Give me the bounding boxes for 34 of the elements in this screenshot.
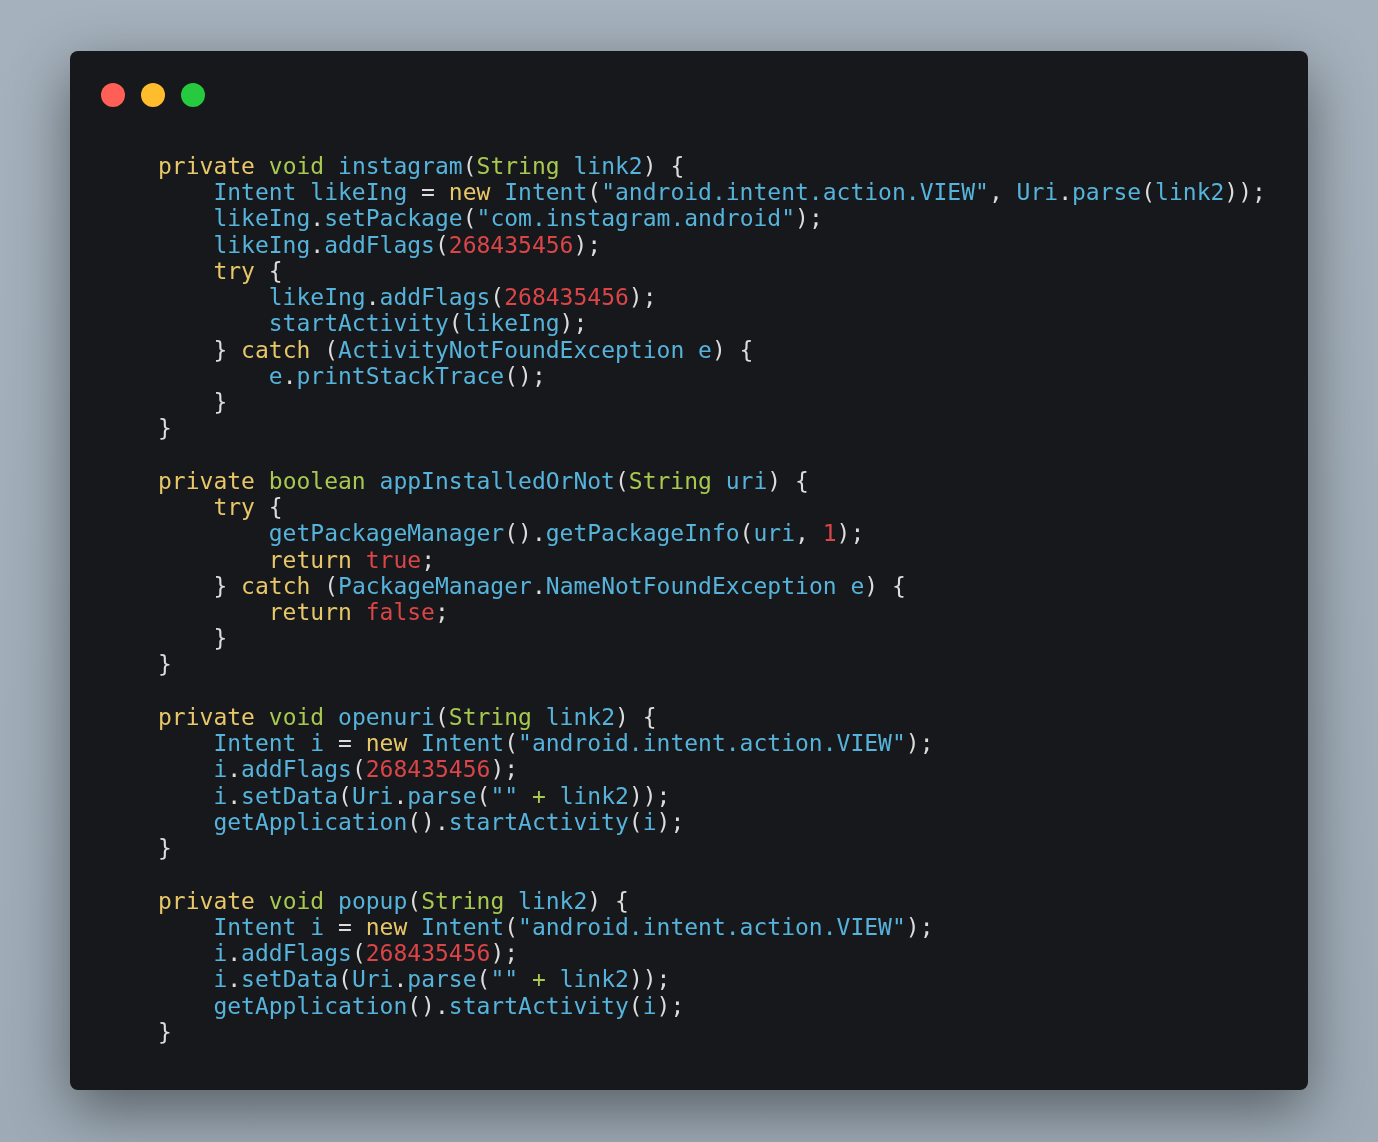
code-line: e.printStackTrace();	[267, 362, 546, 390]
code-line: private void instagram(String link2) {	[158, 153, 685, 180]
code-line: Intent i = new Intent("android.intent.action.VIEW");	[212, 730, 934, 757]
code-line: startActivity(likeIng);	[267, 310, 588, 337]
code-line: i.setData(Uri.parse("" + link2));	[212, 782, 671, 809]
code-line: private void popup(String link2) {	[158, 887, 629, 914]
code-line: } catch (PackageManager.NameNotFoundException e) {	[212, 572, 906, 599]
zoom-button[interactable]	[181, 83, 205, 107]
code-line: }	[158, 651, 172, 678]
code-line: i.setData(Uri.parse("" + link2));	[212, 966, 671, 993]
code-line: Intent likeIng = new Intent("android.intent.action.VIEW", Uri.parse(link2));	[212, 179, 1266, 206]
code-line: try {	[212, 494, 283, 521]
code-line: likeIng.addFlags(268435456);	[267, 284, 657, 311]
minimize-button[interactable]	[141, 83, 165, 107]
code-line: getApplication().startActivity(i);	[212, 992, 685, 1019]
code-line: likeIng.addFlags(268435456);	[212, 231, 602, 258]
close-button[interactable]	[101, 83, 125, 107]
code-line: getPackageManager().getPackageInfo(uri, 1);	[267, 520, 865, 547]
code-line: getApplication().startActivity(i);	[212, 808, 685, 836]
code-line: return true;	[267, 546, 435, 573]
code-line: private void openuri(String link2) {	[158, 703, 657, 731]
code-line: Intent i = new Intent("android.intent.action.VIEW");	[213, 913, 934, 941]
code-line: }	[158, 835, 172, 862]
code-line: i.addFlags(268435456);	[212, 756, 519, 783]
code-line: i.addFlags(268435456);	[212, 940, 519, 967]
code-line: return false;	[267, 599, 449, 626]
code-line: } catch (ActivityNotFoundException e) {	[212, 336, 754, 363]
code-line: try {	[212, 257, 283, 285]
code-line: }	[158, 1018, 172, 1045]
code-line: }	[158, 415, 172, 442]
code-line: }	[212, 625, 228, 652]
code-line: likeIng.setPackage("com.instagram.android");	[212, 205, 823, 232]
code-line: }	[212, 389, 228, 416]
code-line: private boolean appInstalledOrNot(String uri) {	[158, 467, 809, 495]
